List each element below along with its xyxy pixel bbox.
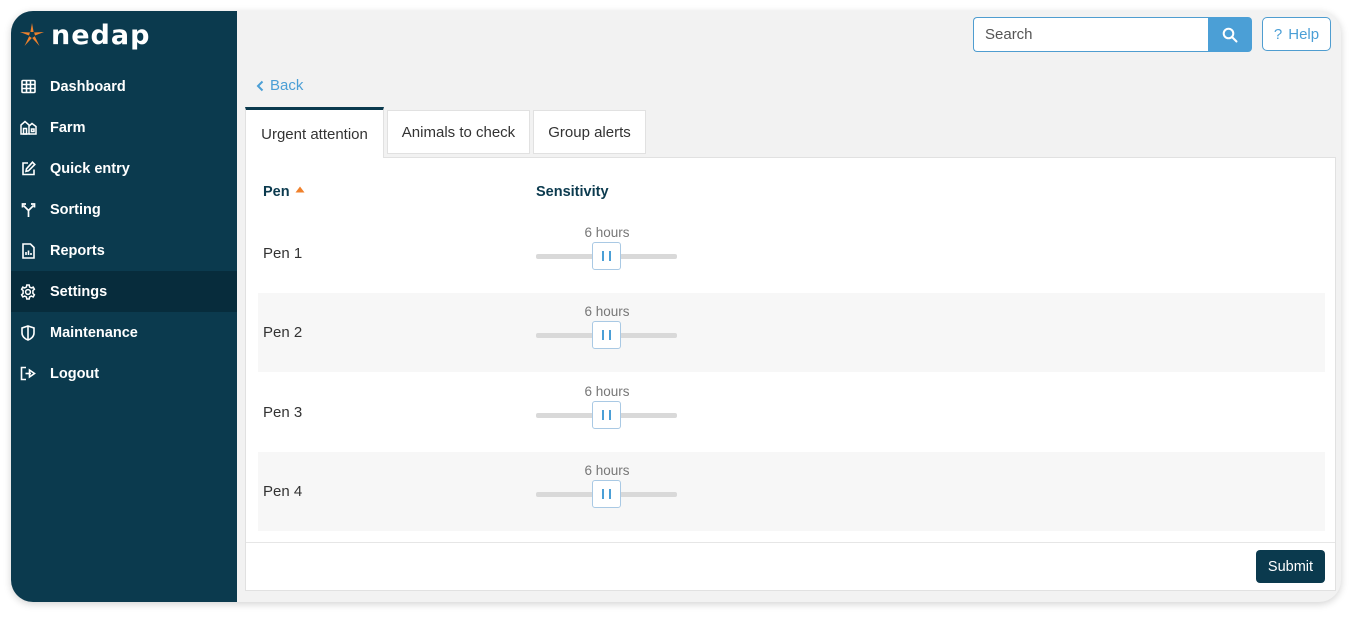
- chevron-left-icon: [256, 80, 264, 91]
- search-input[interactable]: [973, 17, 1208, 52]
- slider-value: 6 hours: [584, 463, 630, 478]
- sidebar-item-label: Maintenance: [50, 324, 138, 341]
- pen-name: Pen 1: [263, 245, 303, 262]
- sidebar-item-maintenance[interactable]: Maintenance: [11, 312, 237, 353]
- grip-icon: [609, 251, 611, 261]
- grid-icon: [19, 78, 37, 96]
- fork-icon: [19, 201, 37, 219]
- sidebar-item-label: Reports: [50, 242, 105, 259]
- farm-icon: [19, 119, 37, 137]
- grip-icon: [602, 251, 604, 261]
- shield-icon: [19, 324, 37, 342]
- sidebar-item-quick-entry[interactable]: Quick entry: [11, 148, 237, 189]
- tab-animals-to-check[interactable]: Animals to check: [387, 110, 530, 154]
- column-header-sensitivity: Sensitivity: [536, 184, 609, 200]
- sidebar-item-logout[interactable]: Logout: [11, 353, 237, 394]
- brand-name: nedap: [51, 19, 151, 51]
- sidebar-item-farm[interactable]: Farm: [11, 107, 237, 148]
- grip-icon: [602, 330, 604, 340]
- sidebar-item-reports[interactable]: Reports: [11, 230, 237, 271]
- edit-icon: [19, 160, 37, 178]
- sidebar-item-settings[interactable]: Settings: [11, 271, 237, 312]
- grip-icon: [602, 410, 604, 420]
- pen-name: Pen 4: [263, 483, 303, 500]
- back-label: Back: [270, 77, 304, 94]
- gear-icon: [19, 283, 37, 301]
- submit-button[interactable]: Submit: [1256, 550, 1325, 583]
- tab-label: Urgent attention: [261, 125, 368, 143]
- slider-value: 6 hours: [584, 304, 630, 319]
- sensitivity-slider-handle[interactable]: [592, 480, 621, 508]
- app-window: nedap Dashboard Farm Quick entry Sorting…: [11, 11, 1341, 602]
- back-link[interactable]: Back: [256, 77, 303, 94]
- nedap-star-icon: [20, 23, 44, 46]
- sidebar: nedap Dashboard Farm Quick entry Sorting…: [11, 11, 237, 602]
- search-box: [973, 17, 1252, 52]
- grip-icon: [609, 410, 611, 420]
- sensitivity-slider-handle[interactable]: [592, 242, 621, 270]
- slider-value: 6 hours: [584, 225, 630, 240]
- slider-value: 6 hours: [584, 384, 630, 399]
- column-header-pen[interactable]: Pen: [263, 184, 305, 200]
- pen-name: Pen 2: [263, 324, 303, 341]
- table-row: Pen 2 6 hours: [258, 293, 1325, 372]
- sidebar-item-label: Settings: [50, 283, 108, 300]
- question-icon: ?: [1273, 25, 1283, 43]
- sensitivity-panel: Pen Sensitivity Pen 1 6 hours Pen 2 6 ho…: [245, 157, 1336, 591]
- search-icon: [1222, 27, 1238, 42]
- pen-name: Pen 3: [263, 404, 303, 421]
- grip-icon: [609, 489, 611, 499]
- sidebar-item-label: Quick entry: [50, 160, 130, 177]
- tab-label: Group alerts: [548, 123, 631, 141]
- grip-icon: [602, 489, 604, 499]
- sidebar-item-label: Farm: [50, 119, 86, 136]
- nedap-logo[interactable]: nedap: [19, 19, 151, 51]
- column-header-label: Sensitivity: [536, 184, 609, 200]
- table-row: Pen 3 6 hours: [258, 373, 1325, 452]
- sidebar-item-label: Dashboard: [50, 78, 126, 95]
- sort-ascending-icon: [295, 186, 305, 192]
- search-button[interactable]: [1208, 17, 1252, 52]
- sensitivity-slider-handle[interactable]: [592, 321, 621, 349]
- sidebar-nav: Dashboard Farm Quick entry Sorting Repor…: [11, 66, 237, 394]
- sidebar-item-dashboard[interactable]: Dashboard: [11, 66, 237, 107]
- panel-footer: Submit: [246, 542, 1335, 590]
- sidebar-item-label: Sorting: [50, 201, 101, 218]
- help-button[interactable]: ? Help: [1262, 17, 1331, 51]
- tab-group-alerts[interactable]: Group alerts: [533, 110, 646, 154]
- table-row: Pen 4 6 hours: [258, 452, 1325, 531]
- grip-icon: [609, 330, 611, 340]
- report-icon: [19, 242, 37, 260]
- sensitivity-slider-handle[interactable]: [592, 401, 621, 429]
- logout-icon: [19, 365, 37, 383]
- table-row: Pen 1 6 hours: [258, 214, 1325, 293]
- help-label: Help: [1288, 25, 1320, 43]
- column-header-label: Pen: [263, 184, 290, 200]
- tab-urgent-attention[interactable]: Urgent attention: [245, 107, 384, 158]
- sidebar-item-label: Logout: [50, 365, 100, 382]
- tab-label: Animals to check: [401, 123, 516, 141]
- sidebar-item-sorting[interactable]: Sorting: [11, 189, 237, 230]
